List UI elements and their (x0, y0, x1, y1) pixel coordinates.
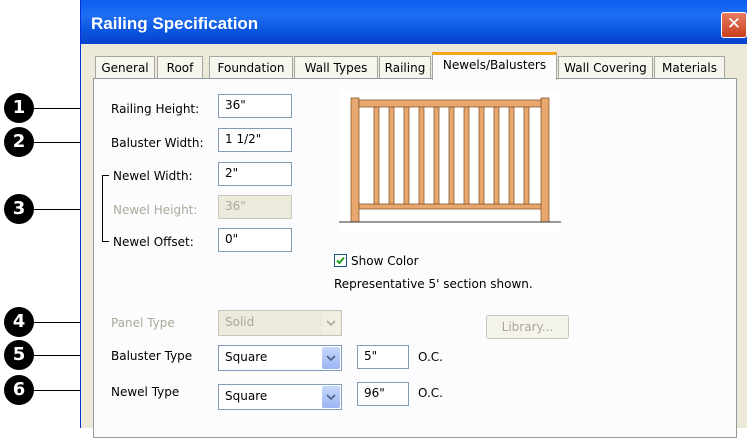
newel-group-bracket (102, 175, 103, 242)
preview-note: Representative 5' section shown. (334, 277, 533, 291)
callout-4: 4 (4, 307, 34, 337)
baluster-width-label: Baluster Width: (111, 136, 204, 150)
panel-type-value: Solid (225, 315, 255, 329)
baluster-width-input[interactable]: 1 1/2" (218, 128, 292, 152)
callout-3: 3 (4, 194, 34, 224)
panel-type-select: Solid (218, 310, 342, 336)
chevron-down-icon (322, 312, 340, 334)
tab-wall-types[interactable]: Wall Types (294, 56, 378, 78)
railing-height-label: Railing Height: (111, 102, 200, 116)
baluster-type-label: Baluster Type (111, 349, 193, 363)
newel-height-input: 36" (218, 195, 292, 219)
callout-2: 2 (4, 127, 34, 157)
newel-type-label: Newel Type (111, 385, 180, 399)
baluster-oc-label: O.C. (418, 350, 443, 364)
title-bar: Railing Specification ✕ (81, 0, 747, 44)
newel-width-input[interactable]: 2" (218, 162, 292, 186)
tab-materials[interactable]: Materials (654, 56, 725, 78)
library-button: Library... (486, 315, 569, 339)
close-icon: ✕ (726, 14, 742, 34)
newel-bracket-bottom (102, 241, 109, 242)
newel-type-select[interactable]: Square (218, 384, 342, 410)
newel-bracket-top (102, 175, 109, 176)
newel-type-value: Square (225, 389, 268, 403)
tab-foundation[interactable]: Foundation (209, 56, 293, 78)
newel-oc-label: O.C. (418, 386, 443, 400)
callout-6: 6 (4, 375, 34, 405)
dialog-title: Railing Specification (91, 14, 259, 33)
panel-type-label: Panel Type (111, 316, 175, 330)
newel-offset-label: Newel Offset: (113, 235, 194, 249)
show-color-label[interactable]: Show Color (351, 254, 419, 268)
tab-newels-balusters[interactable]: Newels/Balusters (432, 52, 557, 80)
tab-railing[interactable]: Railing (379, 56, 431, 78)
baluster-type-value: Square (225, 350, 268, 364)
newel-height-label: Newel Height: (113, 203, 198, 217)
railing-preview-image (339, 90, 561, 232)
baluster-spacing-input[interactable]: 5" (357, 345, 409, 369)
newel-spacing-input[interactable]: 96" (357, 382, 409, 406)
chevron-down-icon[interactable] (322, 347, 340, 369)
newel-offset-input[interactable]: 0" (218, 228, 292, 252)
checkmark-icon (336, 256, 345, 265)
chevron-down-icon[interactable] (322, 386, 340, 408)
railing-specification-dialog: Railing Specification ✕ General Roof Fou… (80, 0, 747, 438)
callout-1: 1 (4, 93, 34, 123)
close-button[interactable]: ✕ (721, 12, 747, 38)
tab-general[interactable]: General (95, 56, 155, 78)
show-color-checkbox[interactable] (334, 254, 347, 267)
baluster-type-select[interactable]: Square (218, 345, 342, 371)
tab-roof[interactable]: Roof (157, 56, 203, 78)
railing-height-input[interactable]: 36" (218, 94, 292, 118)
callout-5: 5 (4, 340, 34, 370)
newel-width-label: Newel Width: (113, 169, 193, 183)
tab-wall-covering[interactable]: Wall Covering (558, 56, 653, 78)
